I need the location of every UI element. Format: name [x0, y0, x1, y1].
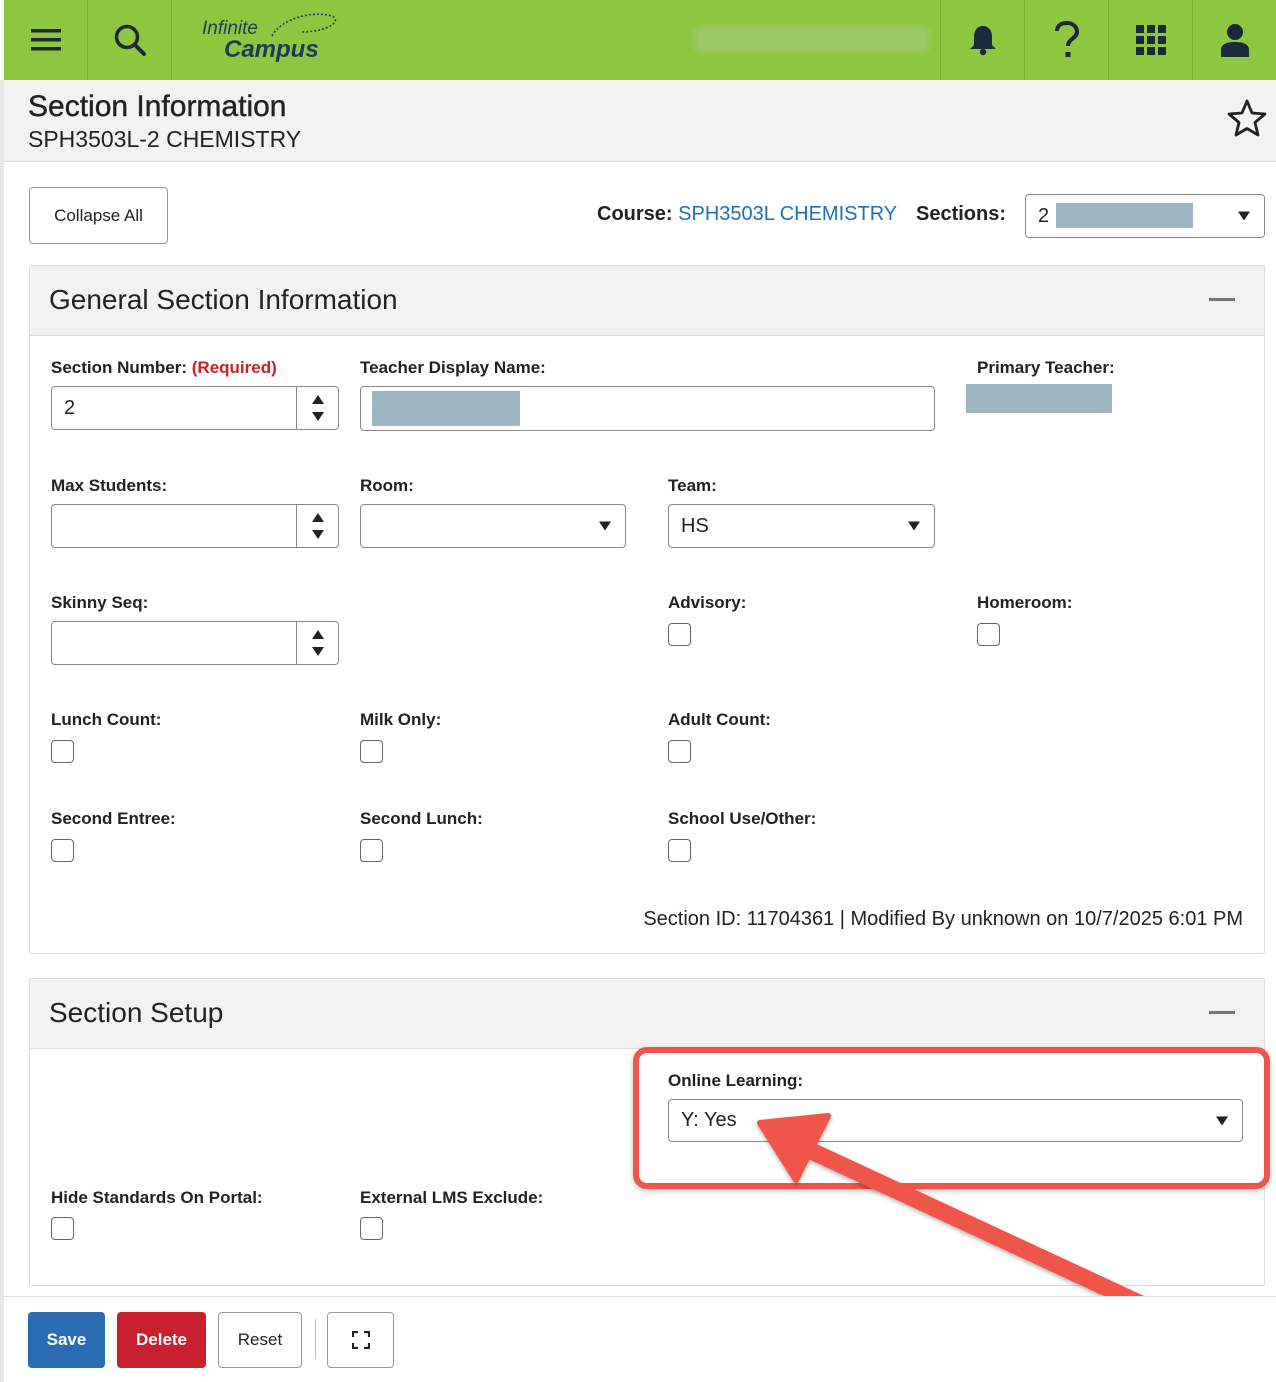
second-entree-checkbox[interactable]: [51, 839, 74, 862]
online-learning-select[interactable]: Y: Yes: [668, 1099, 1243, 1142]
skinny-seq-label: Skinny Seq:: [51, 593, 149, 612]
section-number-value: 2: [64, 396, 76, 419]
second-lunch-checkbox[interactable]: [360, 839, 383, 862]
section-number-label: Section Number: (Required): [51, 358, 277, 378]
primary-teacher-label: Primary Teacher:: [977, 358, 1115, 377]
chevron-down-icon: [599, 521, 611, 531]
lunch-count-checkbox[interactable]: [51, 740, 74, 763]
collapse-all-button[interactable]: Collapse All: [29, 187, 168, 244]
team-select-value: HS: [681, 514, 709, 537]
general-section-title: General Section Information: [49, 284, 398, 315]
skinny-seq-input[interactable]: [51, 621, 339, 665]
redacted-teacher-name: [372, 391, 520, 426]
teacher-display-name-input[interactable]: [360, 386, 935, 431]
sections-select[interactable]: 2: [1025, 194, 1265, 238]
course-label: Course:: [597, 203, 673, 225]
reset-button[interactable]: Reset: [218, 1312, 302, 1368]
minus-collapse-icon[interactable]: [1209, 1011, 1235, 1014]
bell-icon: [969, 26, 996, 56]
chevron-down-icon: [1216, 1116, 1228, 1125]
menu-button[interactable]: [4, 0, 88, 80]
homeroom-label: Homeroom:: [977, 593, 1073, 612]
save-button[interactable]: Save: [28, 1312, 105, 1368]
required-indicator: (Required): [191, 358, 277, 377]
external-lms-exclude-checkbox[interactable]: [360, 1217, 383, 1240]
general-section-header[interactable]: General Section Information: [30, 266, 1264, 336]
hamburger-menu-icon: [30, 29, 61, 51]
second-entree-label: Second Entree:: [51, 809, 176, 828]
action-footer: Save Delete Reset: [4, 1296, 1276, 1382]
star-icon[interactable]: [1226, 98, 1268, 138]
search-button[interactable]: [88, 0, 172, 80]
teacher-display-name-label: Teacher Display Name:: [360, 358, 546, 377]
page-title: Section Information: [28, 90, 287, 123]
minus-collapse-icon[interactable]: [1209, 298, 1235, 301]
left-edge: [0, 80, 4, 1382]
page-header: Section Information SPH3503L-2 CHEMISTRY: [4, 80, 1276, 162]
second-lunch-label: Second Lunch:: [360, 809, 483, 828]
top-navigation-bar: Infinite Campus: [4, 0, 1276, 80]
lunch-count-label: Lunch Count:: [51, 710, 162, 729]
section-meta-info: Section ID: 11704361 | Modified By unkno…: [643, 908, 1243, 930]
external-lms-exclude-label: External LMS Exclude:: [360, 1188, 544, 1207]
chevron-down-icon: [908, 521, 920, 531]
section-setup-title: Section Setup: [49, 997, 224, 1028]
adult-count-label: Adult Count:: [668, 710, 771, 729]
arrow-up-icon: [311, 395, 324, 404]
online-learning-value: Y: Yes: [681, 1109, 737, 1131]
logo-line2: Campus: [224, 36, 319, 63]
skinny-seq-stepper[interactable]: [296, 622, 338, 664]
team-label: Team:: [668, 476, 717, 495]
course-link[interactable]: SPH3503L CHEMISTRY: [678, 203, 897, 225]
arrow-down-icon: [311, 647, 324, 656]
section-number-label-text: Section Number:: [51, 358, 188, 377]
infinite-campus-logo[interactable]: Infinite Campus: [172, 0, 352, 80]
fullscreen-button[interactable]: [327, 1312, 394, 1368]
redacted-section-name: [1056, 203, 1193, 228]
team-select[interactable]: HS: [668, 504, 935, 548]
max-students-stepper[interactable]: [296, 505, 338, 547]
school-use-other-label: School Use/Other:: [668, 809, 817, 828]
section-number-input[interactable]: 2: [51, 386, 339, 430]
help-button[interactable]: [1024, 0, 1108, 80]
expand-fullscreen-icon: [351, 1331, 370, 1349]
footer-divider: [315, 1319, 316, 1359]
arrow-down-icon: [311, 412, 324, 421]
hide-standards-checkbox[interactable]: [51, 1217, 74, 1240]
arrow-up-icon: [311, 630, 324, 639]
course-info: Course: SPH3503L CHEMISTRY: [597, 203, 897, 226]
adult-count-checkbox[interactable]: [668, 740, 691, 763]
room-label: Room:: [360, 476, 414, 495]
max-students-input[interactable]: [51, 504, 339, 548]
redacted-school-name: [694, 26, 930, 52]
milk-only-label: Milk Only:: [360, 710, 442, 729]
advisory-checkbox[interactable]: [668, 623, 691, 646]
arrow-up-icon: [311, 513, 324, 522]
grid-apps-icon: [1135, 25, 1166, 55]
logo-swoosh-icon: [271, 13, 337, 37]
school-use-other-checkbox[interactable]: [668, 839, 691, 862]
page-subtitle: SPH3503L-2 CHEMISTRY: [28, 126, 302, 152]
online-learning-label: Online Learning:: [668, 1071, 804, 1090]
sections-select-value: 2: [1038, 204, 1050, 227]
hide-standards-label: Hide Standards On Portal:: [51, 1188, 263, 1207]
notifications-button[interactable]: [940, 0, 1024, 80]
user-avatar-icon: [1220, 24, 1249, 57]
section-setup-header[interactable]: Section Setup: [30, 979, 1264, 1049]
arrow-down-icon: [311, 530, 324, 539]
sections-label: Sections:: [916, 203, 1007, 225]
delete-button[interactable]: Delete: [117, 1312, 206, 1368]
search-icon: [114, 24, 146, 56]
room-select[interactable]: [360, 504, 626, 548]
max-students-label: Max Students:: [51, 476, 168, 495]
section-number-stepper[interactable]: [296, 387, 338, 429]
advisory-label: Advisory:: [668, 593, 747, 612]
homeroom-checkbox[interactable]: [977, 623, 1000, 646]
redacted-primary-teacher: [966, 384, 1112, 413]
user-button[interactable]: [1192, 0, 1276, 80]
apps-button[interactable]: [1108, 0, 1192, 80]
milk-only-checkbox[interactable]: [360, 740, 383, 763]
chevron-down-icon: [1238, 211, 1250, 221]
question-mark-icon: [1054, 21, 1079, 57]
